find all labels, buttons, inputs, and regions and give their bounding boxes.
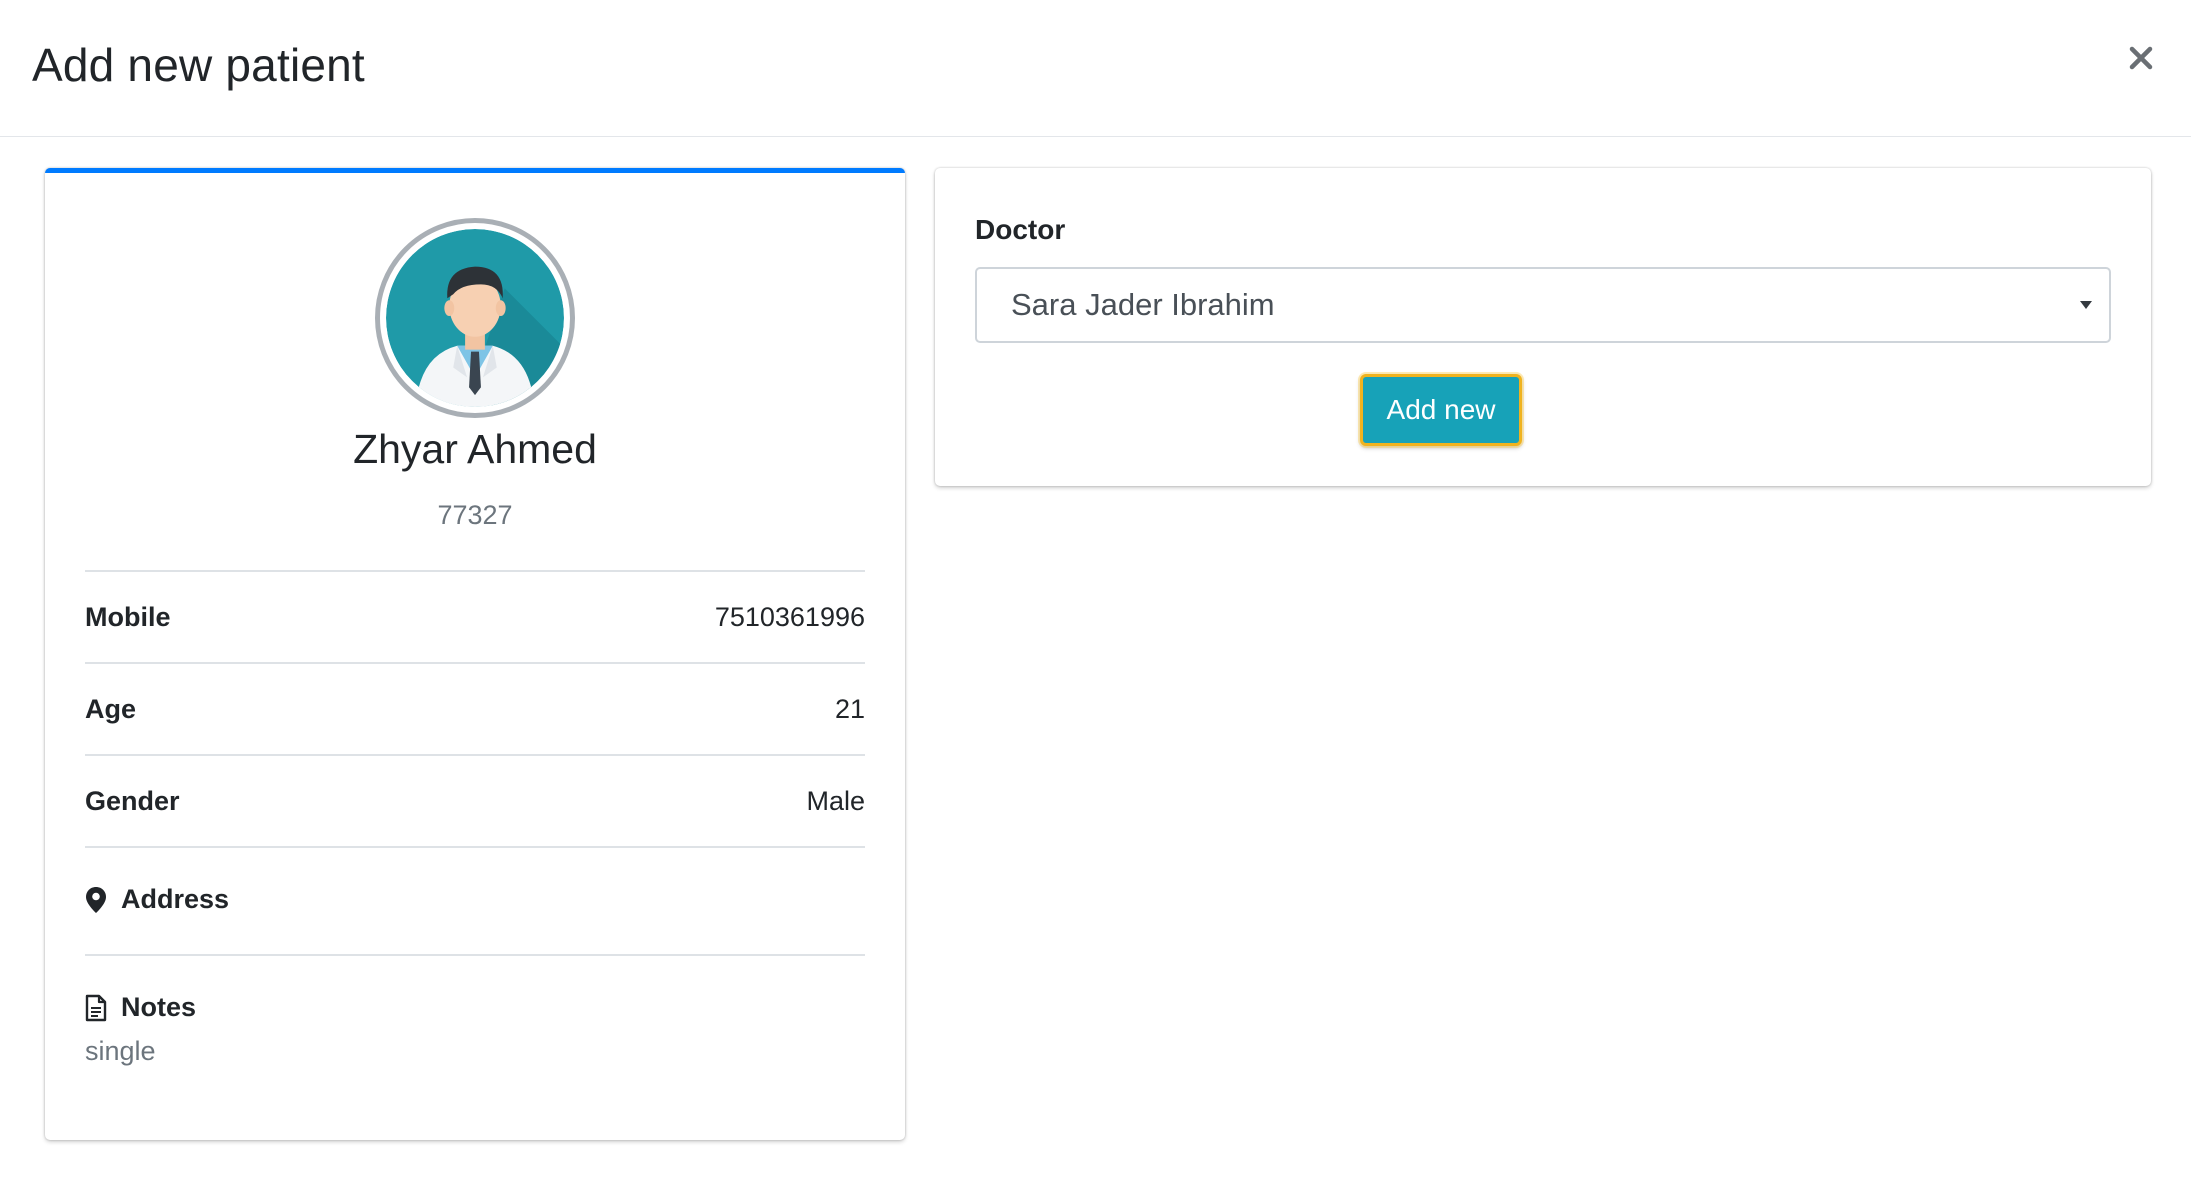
notes-value: single — [85, 1036, 156, 1066]
info-value: Male — [806, 785, 865, 816]
doctor-select[interactable]: Sara Jader Ibrahim — [975, 267, 2111, 343]
patient-avatar — [375, 218, 575, 418]
patient-id: 77327 — [437, 500, 513, 530]
notes-label: Notes — [121, 992, 197, 1022]
notes-section: Notes single — [85, 954, 865, 1094]
patient-profile-card: Zhyar Ahmed 77327 Mobile 7510361996 Age … — [45, 168, 905, 1140]
doctor-selection-card: Doctor Sara Jader Ibrahim Add new — [935, 168, 2151, 486]
modal-header: Add new patient — [0, 0, 2191, 137]
info-label: Mobile — [85, 601, 171, 632]
caret-down-icon — [2077, 293, 2095, 317]
info-value: 7510361996 — [714, 601, 865, 632]
doctor-select-value: Sara Jader Ibrahim — [1011, 287, 1275, 322]
info-row-age: Age 21 — [85, 662, 865, 754]
info-label: Gender — [85, 785, 180, 816]
info-value: 21 — [834, 693, 865, 724]
info-label: Age — [85, 693, 137, 724]
modal-title: Add new patient — [32, 39, 365, 91]
doctor-avatar-icon — [386, 229, 564, 407]
close-button[interactable] — [2113, 30, 2169, 86]
map-marker-icon — [85, 886, 107, 914]
address-label: Address — [121, 884, 230, 914]
add-new-button[interactable]: Add new — [1360, 374, 1522, 446]
doctor-label: Doctor — [975, 214, 1066, 245]
patient-info-list: Mobile 7510361996 Age 21 Gender Male Add… — [85, 570, 865, 1094]
patient-name: Zhyar Ahmed — [353, 426, 597, 472]
address-section: Address — [85, 846, 865, 954]
info-row-gender: Gender Male — [85, 754, 865, 846]
close-icon — [2129, 46, 2153, 70]
file-text-icon — [85, 994, 107, 1022]
info-row-mobile: Mobile 7510361996 — [85, 570, 865, 662]
